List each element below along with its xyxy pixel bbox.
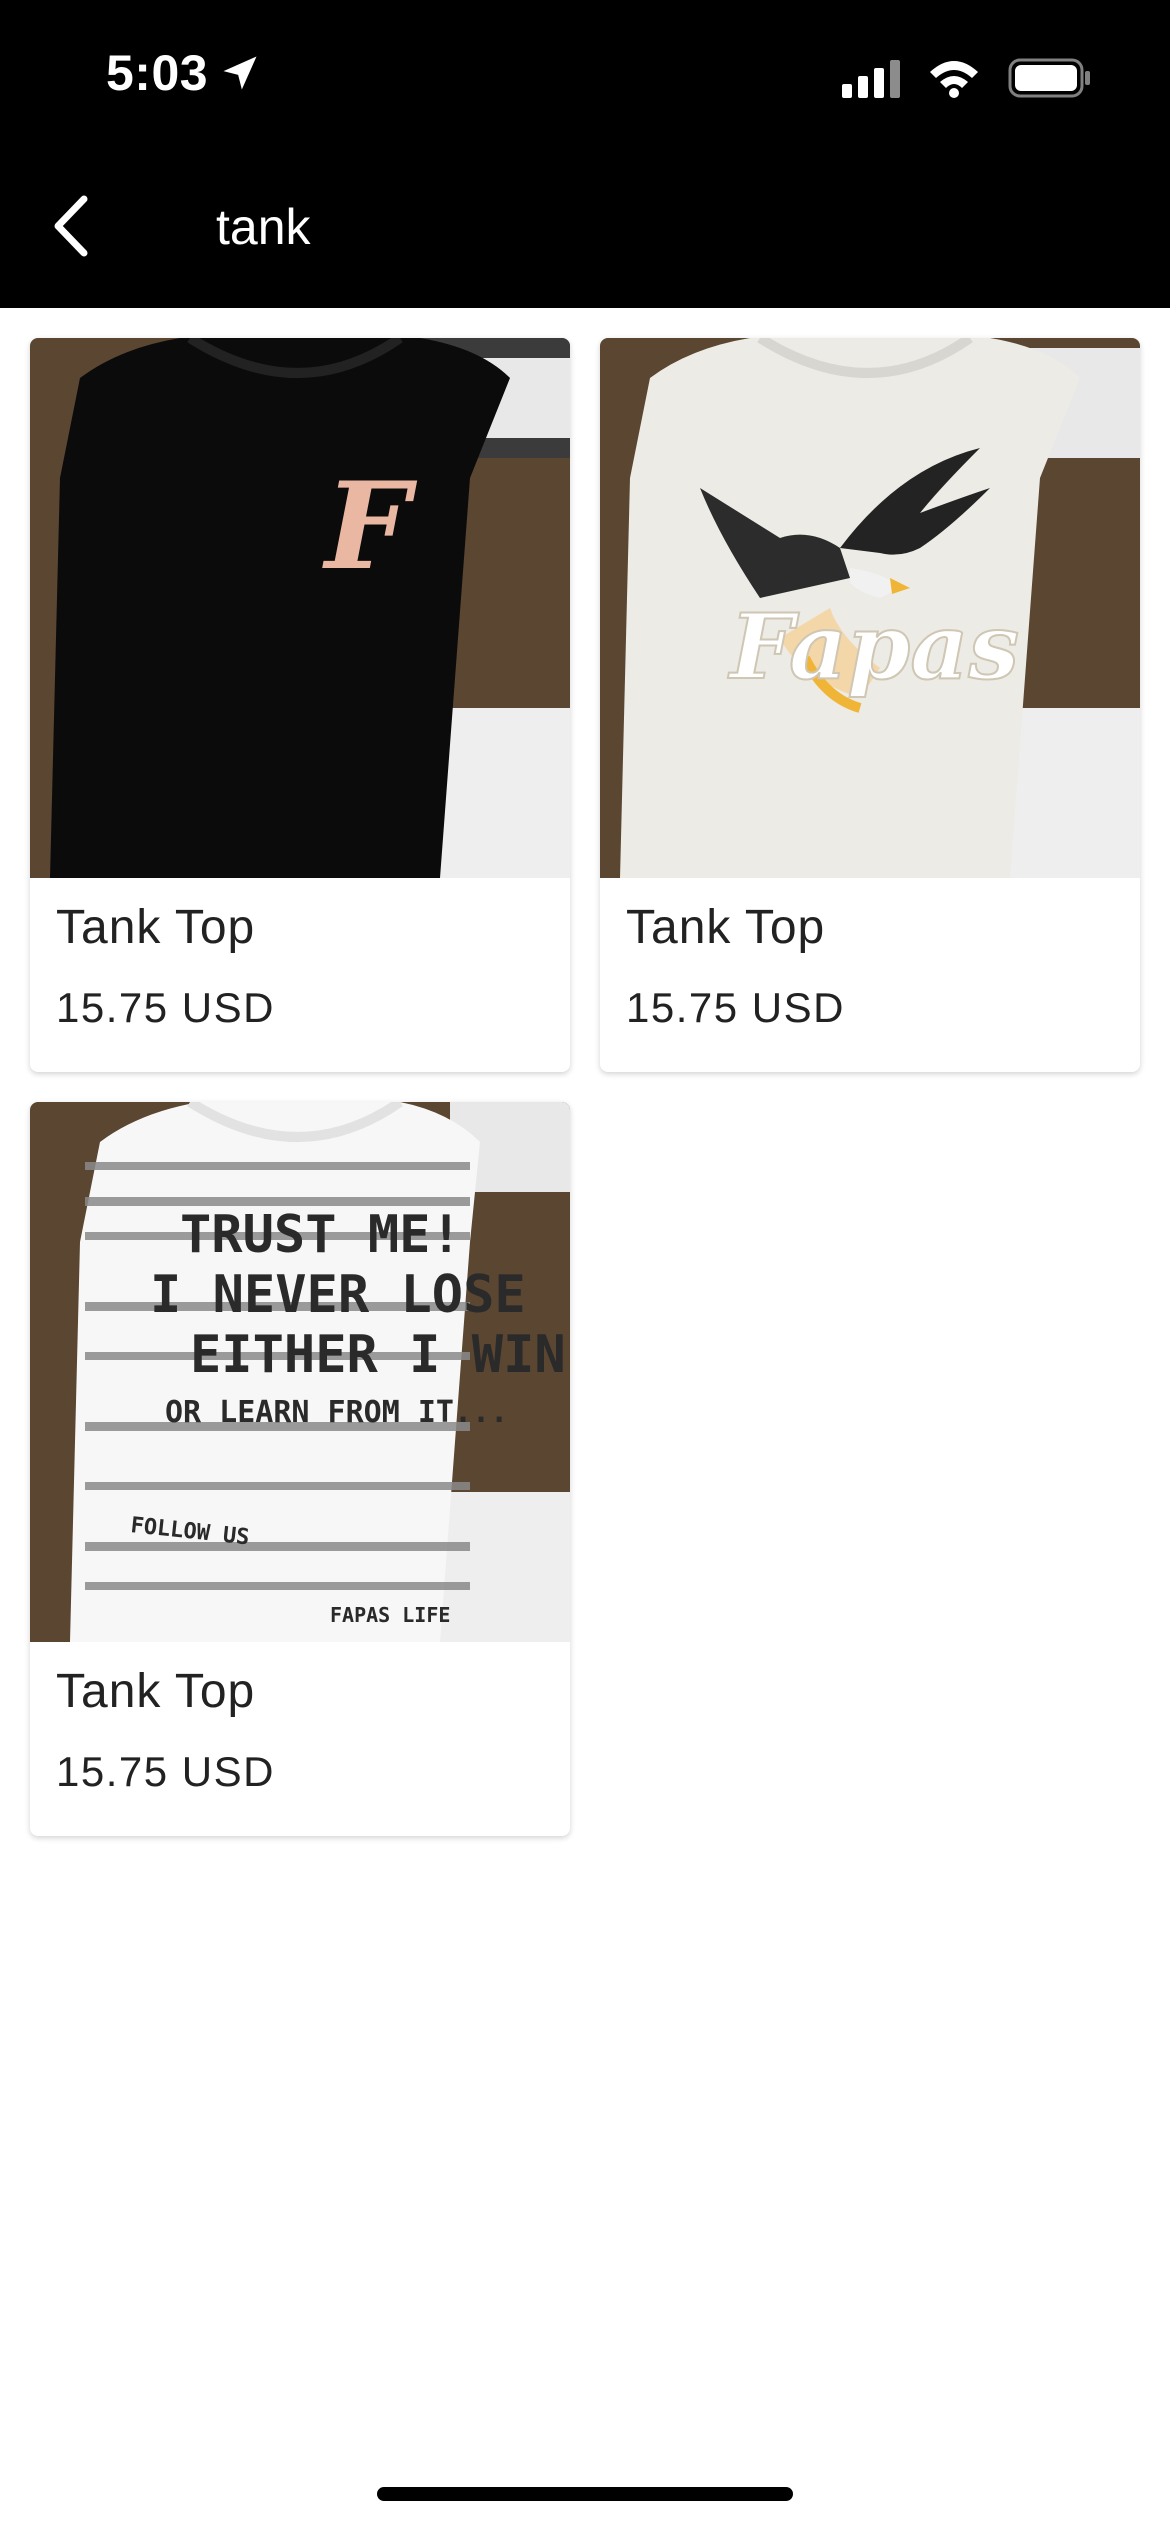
product-image[interactable]: Fapas: [600, 338, 1140, 878]
page-title: tank: [216, 199, 311, 255]
print-line-3: EITHER I WIN: [190, 1325, 566, 1385]
product-price: 15.75 USD: [626, 984, 845, 1031]
chevron-left-icon: [54, 195, 88, 257]
product-image[interactable]: F: [30, 338, 570, 878]
status-time-text: 5:03: [106, 45, 209, 101]
product-image[interactable]: TRUST ME! I NEVER LOSE EITHER I WIN OR L…: [30, 1102, 570, 1642]
status-icons: [842, 58, 1092, 98]
cellular-signal-icon: [842, 58, 900, 98]
top-bar: 5:03 tank: [0, 0, 1170, 308]
product-name: Tank Top: [56, 1665, 256, 1718]
back-button[interactable]: [40, 190, 100, 262]
print-line-2: I NEVER LOSE: [150, 1265, 526, 1325]
print-line-4: OR LEARN FROM IT...: [165, 1395, 508, 1430]
location-arrow-icon: [223, 56, 257, 90]
print-line-1: TRUST ME!: [180, 1205, 462, 1265]
product-name: Tank Top: [56, 901, 256, 954]
battery-icon: [1008, 58, 1092, 98]
wifi-icon: [928, 58, 980, 98]
product-card[interactable]: Fapas Tank Top 15.75 USD: [600, 338, 1140, 1072]
eagle-logo-text: Fapas: [727, 594, 1019, 700]
svg-text:F: F: [322, 456, 418, 597]
product-card[interactable]: F Tank Top 15.75 USD: [30, 338, 570, 1072]
screen: 5:03 tank F Tank Top 15.75 USD Fapas Tan…: [0, 0, 1170, 2532]
product-price: 15.75 USD: [56, 984, 275, 1031]
print-small-right: FAPAS LIFE: [330, 1603, 450, 1627]
product-card[interactable]: TRUST ME! I NEVER LOSE EITHER I WIN OR L…: [30, 1102, 570, 1836]
status-time: 5:03: [106, 44, 262, 102]
home-indicator[interactable]: [377, 2487, 793, 2501]
product-price: 15.75 USD: [56, 1748, 275, 1795]
product-name: Tank Top: [626, 901, 826, 954]
